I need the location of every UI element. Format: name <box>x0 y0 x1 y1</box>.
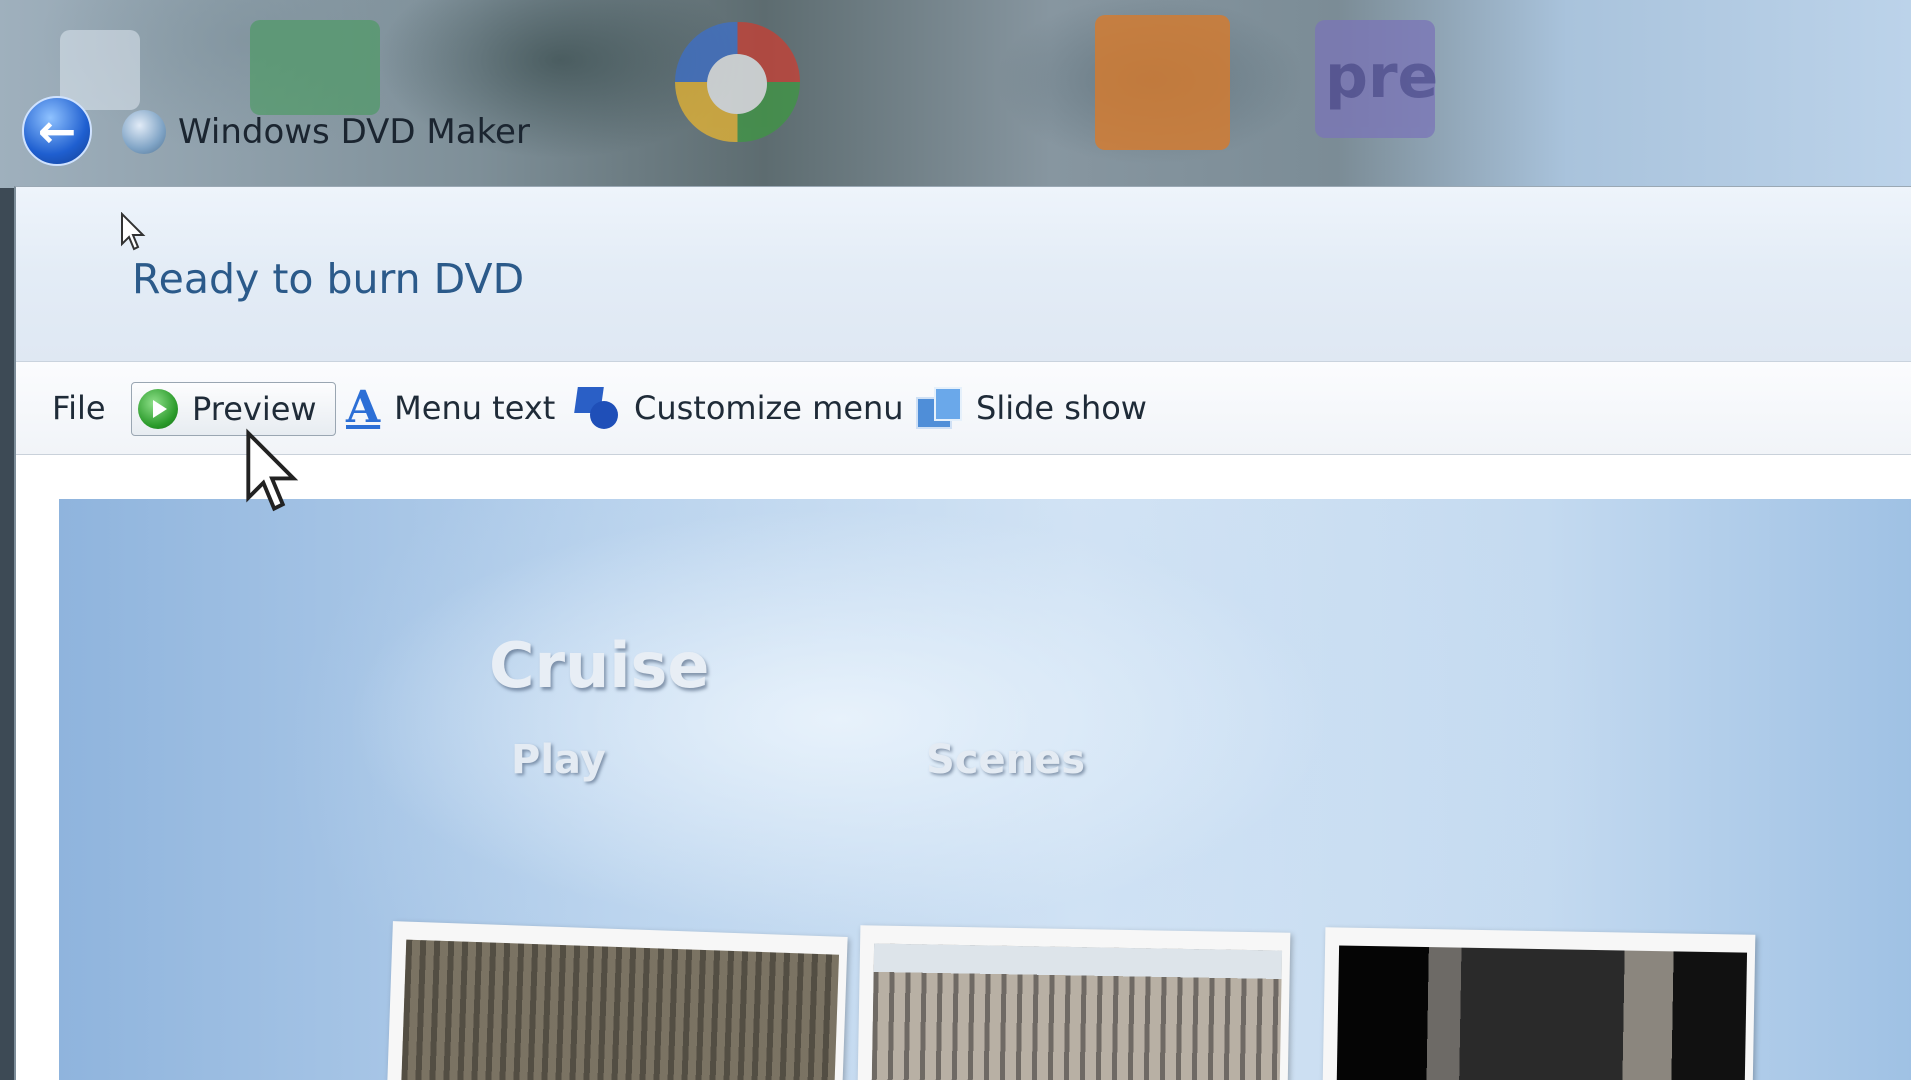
dvd-maker-window: Ready to burn DVD File Preview A Menu te… <box>14 186 1911 1080</box>
dvd-play-link[interactable]: Play <box>511 737 606 783</box>
menu-text-button[interactable]: A Menu text <box>346 382 555 434</box>
xampp-icon <box>1095 15 1230 150</box>
page-header: Ready to burn DVD <box>16 187 1911 362</box>
file-menu-label: File <box>52 389 106 427</box>
premiere-icon-label: pre <box>1325 42 1439 112</box>
customize-menu-button[interactable]: Customize menu <box>574 382 904 434</box>
people-photo <box>1336 945 1748 1080</box>
customize-menu-label: Customize menu <box>634 389 904 427</box>
spreadsheet-icon <box>250 20 380 115</box>
dvd-scenes-link[interactable]: Scenes <box>926 737 1085 783</box>
preview-label: Preview <box>192 390 317 428</box>
back-button[interactable]: ← <box>22 96 92 166</box>
building-photo <box>401 939 840 1080</box>
desktop-icon-blank <box>60 30 140 110</box>
back-arrow-icon: ← <box>37 104 77 158</box>
dvd-menu-preview: Cruise Play Scenes <box>59 499 1911 1080</box>
preview-button[interactable]: Preview <box>131 382 336 436</box>
window-title: Windows DVD Maker <box>178 112 530 152</box>
page-title: Ready to burn DVD <box>132 255 525 303</box>
slide-show-icon <box>916 387 962 429</box>
file-menu-button[interactable]: File <box>52 382 106 434</box>
scene-thumbnail-1[interactable] <box>387 921 848 1080</box>
cathedral-photo <box>871 943 1283 1080</box>
slide-show-button[interactable]: Slide show <box>916 382 1147 434</box>
toolbar: File Preview A Menu text Customize menu … <box>16 362 1911 455</box>
scene-thumbnail-2[interactable] <box>857 925 1291 1080</box>
customize-shapes-icon <box>574 385 620 431</box>
picasa-icon <box>675 22 800 142</box>
text-format-icon: A <box>346 382 381 433</box>
slide-show-label: Slide show <box>976 389 1147 427</box>
dvd-menu-title: Cruise <box>489 629 710 702</box>
premiere-icon: pre <box>1315 20 1439 138</box>
dvd-maker-app-icon <box>122 110 166 154</box>
title-bar: pre ← Windows DVD Maker <box>0 0 1911 188</box>
scene-thumbnail-3[interactable] <box>1322 927 1756 1080</box>
play-icon <box>138 389 178 429</box>
menu-text-label: Menu text <box>394 389 556 427</box>
